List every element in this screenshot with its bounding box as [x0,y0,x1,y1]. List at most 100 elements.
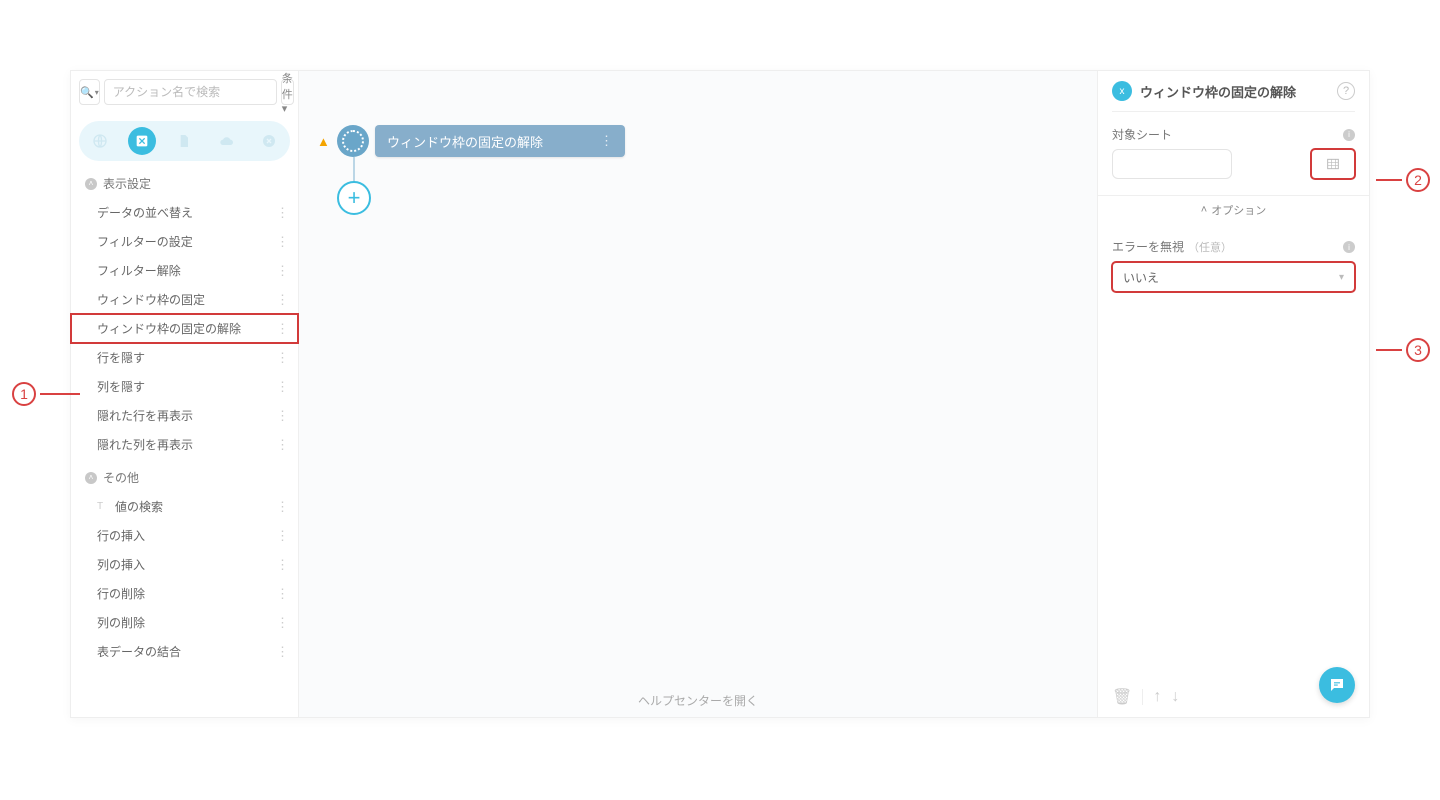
excel-icon: x [1112,81,1132,101]
action-item[interactable]: 隠れた行を再表示⋮ [71,401,298,430]
more-icon[interactable]: ⋮ [276,528,288,544]
chevron-up-icon: ˄ [1201,204,1207,216]
more-icon[interactable]: ⋮ [276,615,288,631]
options-toggle[interactable]: ˄ オプション [1195,196,1272,224]
more-icon[interactable]: ⋮ [276,263,288,279]
action-item[interactable]: フィルター解除⋮ [71,256,298,285]
options-label: オプション [1211,202,1266,218]
chevron-down-icon: ▾ [1339,272,1344,283]
action-label: 表データの結合 [97,643,276,660]
target-sheet-input[interactable] [1112,149,1232,179]
action-item[interactable]: 列を隠す⋮ [71,372,298,401]
action-item[interactable]: 列の削除⋮ [71,608,298,637]
sidebar: 🔍▾ 条件 ▾ ˄ 表示設定 データの並べ替え⋮ フィルターの設定⋮ フィルター… [71,71,299,717]
flow-node[interactable]: ▲ ウィンドウ枠の固定の解除 ⋮ [317,125,625,157]
select-value: いいえ [1123,269,1159,286]
field-label-error: エラーを無視（任意） i [1112,238,1355,256]
help-icon[interactable]: ? [1337,82,1355,100]
callout-number: 2 [1406,168,1430,192]
action-list-other: T値の検索⋮ 行の挿入⋮ 列の挿入⋮ 行の削除⋮ 列の削除⋮ 表データの結合⋮ [71,492,298,666]
info-icon[interactable]: i [1343,129,1355,141]
callout-number: 1 [12,382,36,406]
chat-fab[interactable] [1319,667,1355,703]
action-item-unfreeze-panes[interactable]: ウィンドウ枠の固定の解除⋮ [71,314,298,343]
action-label: 列の挿入 [97,556,276,573]
action-item[interactable]: データの並べ替え⋮ [71,198,298,227]
sheet-picker-button[interactable] [1311,149,1355,179]
action-label: フィルター解除 [97,262,276,279]
group-title: 表示設定 [103,175,151,192]
properties-panel: x ウィンドウ枠の固定の解除 ? 対象シート i ˄ オプション エラーを無視（… [1097,71,1369,717]
action-item[interactable]: 行の挿入⋮ [71,521,298,550]
action-item[interactable]: フィルターの設定⋮ [71,227,298,256]
move-up-icon[interactable]: ↑ [1153,688,1161,706]
search-type-select[interactable]: 🔍▾ [79,79,100,105]
search-icon: 🔍 [80,86,94,99]
group-header-other[interactable]: ˄ その他 [71,459,298,492]
group-header-display[interactable]: ˄ 表示設定 [71,165,298,198]
label-text: 対象シート [1112,126,1172,143]
more-icon[interactable]: ⋮ [276,644,288,660]
action-label: 行を隠す [97,349,276,366]
action-label: ウィンドウ枠の固定の解除 [97,320,276,337]
action-item[interactable]: 表データの結合⋮ [71,637,298,666]
action-label: 列の削除 [97,614,276,631]
action-item[interactable]: 隠れた列を再表示⋮ [71,430,298,459]
action-label: 隠れた列を再表示 [97,436,276,453]
delete-icon[interactable]: 🗑 [1112,687,1132,707]
spreadsheet-icon [1325,156,1341,172]
panel-header: x ウィンドウ枠の固定の解除 ? [1112,81,1355,112]
more-icon[interactable]: ⋮ [276,234,288,250]
more-icon[interactable]: ⋮ [276,557,288,573]
tab-file-icon[interactable] [170,127,198,155]
flow-canvas[interactable]: ▲ ウィンドウ枠の固定の解除 ⋮ + ヘルプセンターを開く [299,71,1097,717]
node-label: ウィンドウ枠の固定の解除 [387,132,600,151]
help-center-link[interactable]: ヘルプセンターを開く [299,692,1097,709]
more-icon[interactable]: ⋮ [276,437,288,453]
move-down-icon[interactable]: ↓ [1171,688,1179,706]
field-label-sheet: 対象シート i [1112,126,1355,143]
action-label: 行の挿入 [97,527,276,544]
action-list-display: データの並べ替え⋮ フィルターの設定⋮ フィルター解除⋮ ウィンドウ枠の固定⋮ … [71,198,298,459]
callout-2: 2 [1376,168,1430,192]
info-icon[interactable]: i [1343,241,1355,253]
more-icon[interactable]: ⋮ [276,205,288,221]
options-divider: ˄ オプション [1098,195,1369,224]
node-bar[interactable]: ウィンドウ枠の固定の解除 ⋮ [375,125,625,157]
panel-title: ウィンドウ枠の固定の解除 [1140,82,1329,101]
tab-close-icon[interactable] [255,127,283,155]
group-title: その他 [103,469,139,486]
ignore-errors-select[interactable]: いいえ ▾ [1112,262,1355,292]
callout-1: 1 [12,382,80,406]
more-icon[interactable]: ⋮ [276,379,288,395]
action-item[interactable]: T 値の検索⋮ [71,492,298,521]
text-icon: T [97,501,109,512]
warning-icon: ▲ [317,134,331,148]
node-start-circle[interactable] [337,125,369,157]
action-item[interactable]: ウィンドウ枠の固定⋮ [71,285,298,314]
tab-web-icon[interactable] [86,127,114,155]
search-input[interactable] [104,79,277,105]
connector-tabs [79,121,290,161]
tab-cloud-icon[interactable] [213,127,241,155]
action-label: フィルターの設定 [97,233,276,250]
chevron-up-icon: ˄ [85,178,97,190]
search-row: 🔍▾ 条件 ▾ [71,71,298,113]
add-node-button[interactable]: + [337,181,371,215]
action-item[interactable]: 行の削除⋮ [71,579,298,608]
more-icon[interactable]: ⋮ [276,292,288,308]
condition-button[interactable]: 条件 ▾ [281,79,294,105]
app-window: 🔍▾ 条件 ▾ ˄ 表示設定 データの並べ替え⋮ フィルターの設定⋮ フィルター… [70,70,1370,718]
more-icon[interactable]: ⋮ [276,586,288,602]
more-icon[interactable]: ⋮ [276,408,288,424]
action-label: 隠れた行を再表示 [97,407,276,424]
tab-excel-icon[interactable] [128,127,156,155]
action-item[interactable]: 列の挿入⋮ [71,550,298,579]
action-label: 値の検索 [115,498,276,515]
more-icon[interactable]: ⋮ [276,321,288,337]
more-icon[interactable]: ⋮ [276,499,288,515]
more-icon[interactable]: ⋮ [276,350,288,366]
action-item[interactable]: 行を隠す⋮ [71,343,298,372]
node-menu-icon[interactable]: ⋮ [600,133,613,149]
action-label: 列を隠す [97,378,276,395]
